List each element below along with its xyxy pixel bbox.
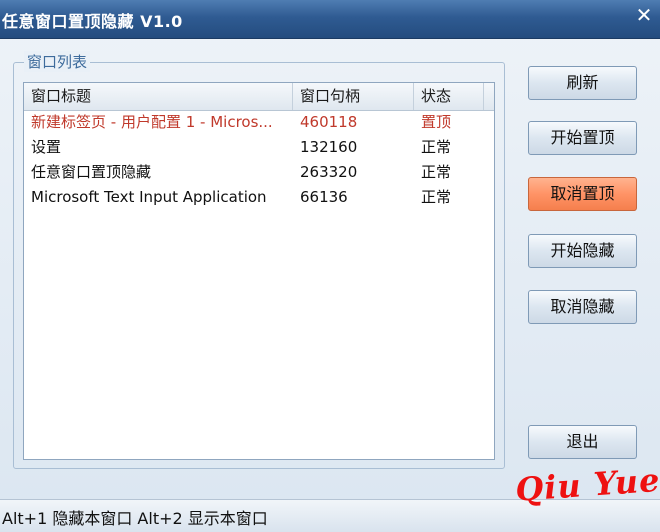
list-rows: 新建标签页 - 用户配置 1 - Micros... 460118 置顶 设置 … bbox=[24, 110, 494, 210]
list-header: 窗口标题 窗口句柄 状态 bbox=[24, 83, 494, 111]
row-title: 新建标签页 - 用户配置 1 - Micros... bbox=[31, 113, 273, 131]
exit-button[interactable]: 退出 bbox=[528, 425, 637, 459]
cancel-hide-button[interactable]: 取消隐藏 bbox=[528, 290, 637, 324]
row-handle: 460118 bbox=[300, 113, 358, 131]
refresh-button[interactable]: 刷新 bbox=[528, 66, 637, 100]
row-status: 正常 bbox=[421, 163, 452, 181]
app-window: 任意窗口置顶隐藏 V1.0 ✕ 窗口列表 窗口标题 窗口句柄 状态 新建标签页 … bbox=[0, 0, 660, 532]
column-header-handle[interactable]: 窗口句柄 bbox=[293, 83, 414, 110]
table-row[interactable]: 任意窗口置顶隐藏 263320 正常 bbox=[24, 160, 494, 185]
row-status: 置顶 bbox=[421, 113, 452, 131]
table-row[interactable]: Microsoft Text Input Application 66136 正… bbox=[24, 185, 494, 210]
column-header-status[interactable]: 状态 bbox=[414, 83, 484, 110]
window-title: 任意窗口置顶隐藏 V1.0 bbox=[2, 12, 183, 31]
window-list-legend: 窗口列表 bbox=[24, 51, 91, 72]
title-bar[interactable]: 任意窗口置顶隐藏 V1.0 ✕ bbox=[0, 0, 660, 39]
row-title: Microsoft Text Input Application bbox=[31, 188, 267, 206]
row-handle: 263320 bbox=[300, 163, 358, 181]
row-handle: 132160 bbox=[300, 138, 358, 156]
row-handle: 66136 bbox=[300, 188, 348, 206]
start-topmost-button[interactable]: 开始置顶 bbox=[528, 121, 637, 155]
table-row[interactable]: 新建标签页 - 用户配置 1 - Micros... 460118 置顶 bbox=[24, 110, 494, 135]
row-status: 正常 bbox=[421, 138, 452, 156]
status-bar: Alt+1 隐藏本窗口 Alt+2 显示本窗口 bbox=[0, 499, 660, 532]
hotkey-hint: Alt+1 隐藏本窗口 Alt+2 显示本窗口 bbox=[2, 509, 268, 528]
row-title: 任意窗口置顶隐藏 bbox=[31, 163, 152, 181]
close-icon[interactable]: ✕ bbox=[634, 4, 654, 26]
column-header-title[interactable]: 窗口标题 bbox=[24, 83, 293, 110]
cancel-topmost-button[interactable]: 取消置顶 bbox=[528, 177, 637, 211]
column-header-filler bbox=[484, 83, 494, 110]
start-hide-button[interactable]: 开始隐藏 bbox=[528, 234, 637, 268]
table-row[interactable]: 设置 132160 正常 bbox=[24, 135, 494, 160]
row-title: 设置 bbox=[31, 138, 62, 156]
row-status: 正常 bbox=[421, 188, 452, 206]
window-list[interactable]: 窗口标题 窗口句柄 状态 新建标签页 - 用户配置 1 - Micros... … bbox=[23, 82, 495, 460]
